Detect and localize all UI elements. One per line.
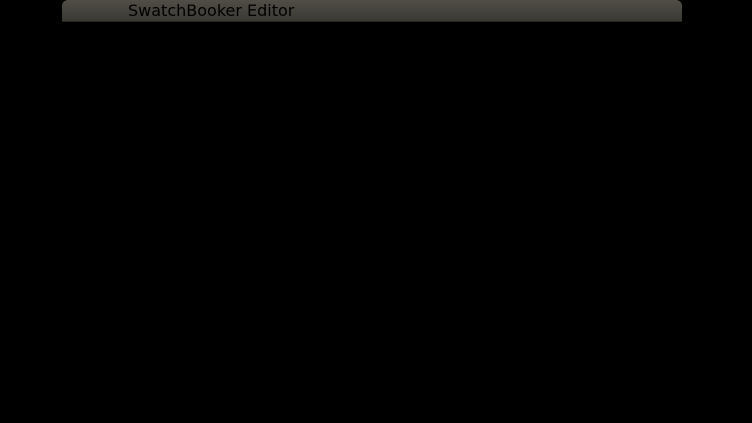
menu-file[interactable]: File	[62, 22, 89, 41]
rights-l10n-button[interactable]: l10n	[62, 327, 682, 346]
menu-settings[interactable]: Settings	[127, 22, 193, 41]
title-input[interactable]: ple swatch book	[62, 79, 136, 99]
license-input[interactable]: org/licenses/by-sa/3.0/	[62, 365, 138, 385]
maximize-button[interactable]	[115, 4, 128, 17]
title-label: Title:	[62, 60, 682, 79]
rights-textarea[interactable]: © Olivier Berten, 2010 - Some Rights Res…	[62, 240, 179, 327]
license-label: License:	[62, 346, 682, 365]
information-header: Information	[62, 41, 682, 60]
menu-view[interactable]: View	[89, 22, 127, 41]
titlebar[interactable]: SwatchBooker Editor	[62, 0, 682, 22]
menubar: FileViewSettingsAbout	[62, 22, 682, 41]
close-button[interactable]	[75, 4, 88, 17]
window-title: SwatchBooker Editor	[128, 1, 294, 20]
rights-label: Rights:	[62, 221, 682, 240]
color-profiles-list[interactable]: Fogra27L CMYK Coated Pr...	[62, 404, 183, 423]
minimize-button[interactable]	[95, 4, 108, 17]
app-window: SwatchBooker Editor FileViewSettingsAbou…	[62, 0, 682, 417]
description-label: Description:	[62, 118, 682, 137]
color-profile-item[interactable]: Fogra27L CMYK Coated Pr...	[62, 404, 183, 423]
menu-about[interactable]: About	[192, 22, 239, 41]
color-profiles-header: Color profiles	[62, 385, 682, 404]
main-content: Information Title: ple swatch book l10n …	[62, 41, 682, 423]
desktop-background: SwatchBooker Editor FileViewSettingsAbou…	[0, 0, 752, 423]
window-controls	[75, 4, 128, 17]
title-l10n-button[interactable]: l10n	[62, 99, 682, 118]
description-textarea[interactable]: Here is an incomplete sample swatch book	[62, 137, 179, 202]
